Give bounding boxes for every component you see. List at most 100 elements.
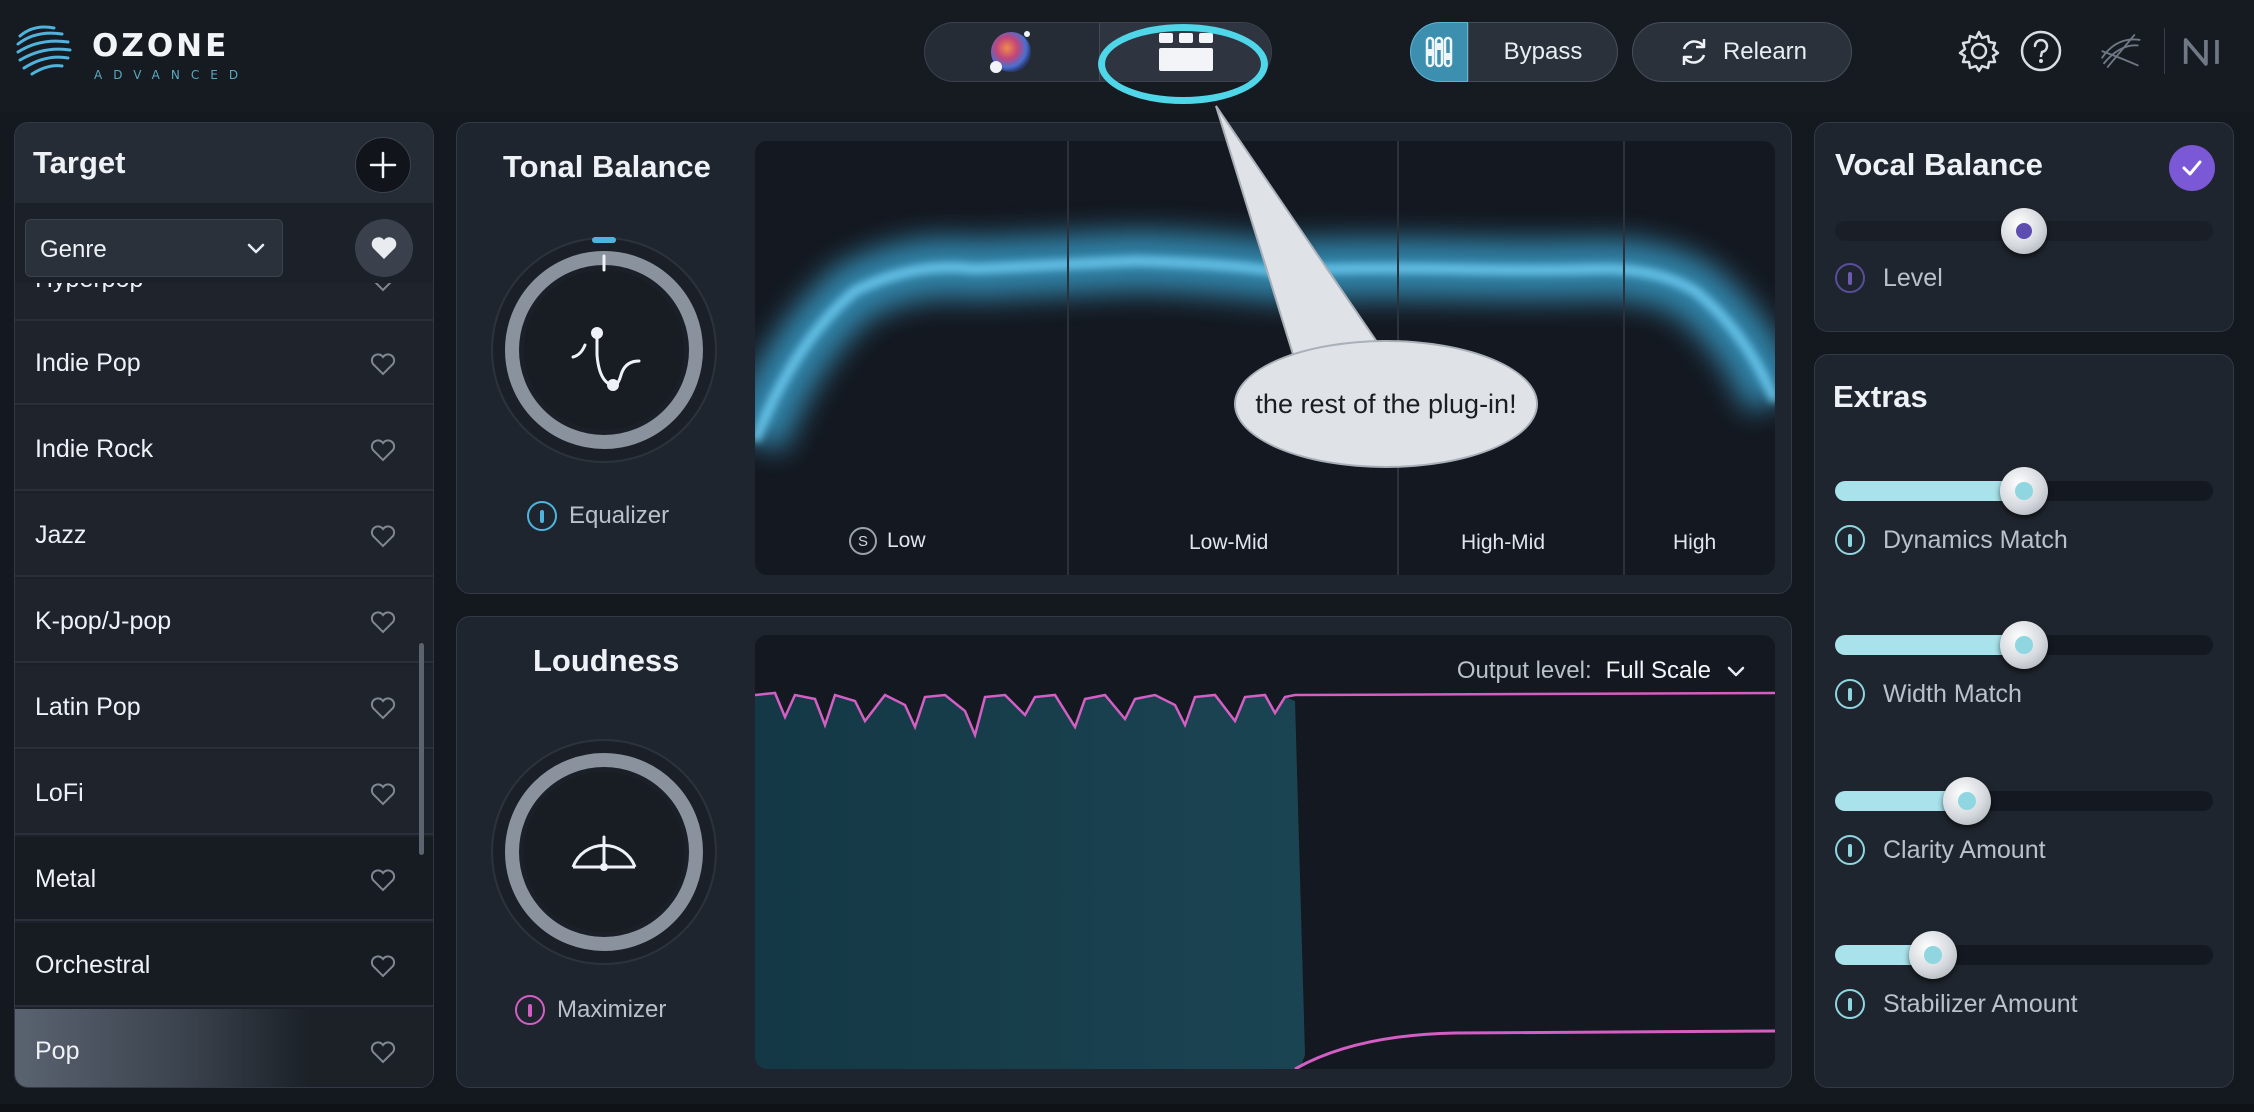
help-icon bbox=[2020, 30, 2062, 72]
settings-button[interactable] bbox=[1956, 28, 2002, 74]
clarity-amount-slider[interactable] bbox=[1835, 777, 2213, 825]
native-instruments-icon bbox=[2183, 38, 2219, 66]
gear-icon bbox=[1958, 30, 2000, 73]
width-match-slider[interactable] bbox=[1835, 621, 2213, 669]
mix-view-button[interactable] bbox=[1410, 22, 1468, 82]
clarity-amount-toggle[interactable]: Clarity Amount bbox=[1835, 835, 2046, 865]
power-icon bbox=[515, 995, 545, 1025]
band-low-mid-label: Low-Mid bbox=[1189, 531, 1269, 554]
list-item[interactable]: Jazz bbox=[15, 493, 433, 577]
vocal-level-slider[interactable] bbox=[1835, 208, 2213, 254]
list-item[interactable]: Metal bbox=[15, 837, 433, 921]
genre-label: Jazz bbox=[35, 521, 87, 549]
heart-icon[interactable] bbox=[369, 609, 397, 635]
heart-icon[interactable] bbox=[369, 867, 397, 893]
target-title: Target bbox=[33, 145, 126, 180]
band-low[interactable]: S Low bbox=[849, 527, 926, 555]
vocal-level-toggle[interactable]: Level bbox=[1835, 263, 1943, 293]
slider-thumb[interactable] bbox=[2000, 621, 2048, 669]
assistant-orb-icon bbox=[990, 31, 1031, 73]
stabilizer-amount-slider[interactable] bbox=[1835, 931, 2213, 979]
slider-thumb[interactable] bbox=[2000, 467, 2048, 515]
heart-icon[interactable] bbox=[369, 523, 397, 549]
chevron-down-icon bbox=[247, 243, 265, 254]
list-item[interactable]: Orchestral bbox=[15, 923, 433, 1007]
power-icon bbox=[1835, 263, 1865, 293]
list-item[interactable]: LoFi bbox=[15, 751, 433, 835]
mixer-icon bbox=[1425, 36, 1453, 68]
list-item-selected[interactable]: Pop bbox=[15, 1009, 433, 1087]
vocal-balance-enable-checkbox[interactable] bbox=[2169, 145, 2215, 191]
target-category-value: Genre bbox=[40, 236, 107, 263]
list-item[interactable]: Hyperpop bbox=[15, 283, 433, 321]
favorites-filter-button[interactable] bbox=[355, 219, 413, 277]
annotation-callout: the rest of the plug-in! bbox=[1234, 340, 1538, 468]
tonal-balance-panel: Tonal Balance Equalizer S Low Low-Mid Hi… bbox=[456, 122, 1792, 594]
dynamics-match-toggle[interactable]: Dynamics Match bbox=[1835, 525, 2068, 555]
vocal-level-label: Level bbox=[1883, 263, 1943, 292]
heart-icon[interactable] bbox=[369, 351, 397, 377]
maximizer-module-toggle[interactable]: Maximizer bbox=[515, 995, 666, 1025]
heart-icon[interactable] bbox=[369, 437, 397, 463]
izotope-button[interactable] bbox=[2098, 28, 2144, 74]
heart-icon[interactable] bbox=[369, 695, 397, 721]
power-icon bbox=[1835, 835, 1865, 865]
list-item[interactable]: Latin Pop bbox=[15, 665, 433, 749]
stabilizer-amount-toggle[interactable]: Stabilizer Amount bbox=[1835, 989, 2078, 1019]
slider-thumb[interactable] bbox=[1909, 931, 1958, 979]
band-divider bbox=[1623, 141, 1625, 575]
annotation-callout-text: the rest of the plug-in! bbox=[1255, 388, 1517, 419]
band-low-label: Low bbox=[887, 529, 926, 552]
list-item[interactable]: K-pop/J-pop bbox=[15, 579, 433, 663]
stabilizer-amount-label: Stabilizer Amount bbox=[1883, 989, 2078, 1018]
maximizer-knob[interactable] bbox=[489, 737, 719, 967]
list-item[interactable]: Indie Pop bbox=[15, 321, 433, 405]
power-icon bbox=[527, 501, 557, 531]
genre-label: Indie Rock bbox=[35, 435, 154, 463]
add-target-button[interactable] bbox=[355, 137, 411, 193]
heart-icon[interactable] bbox=[369, 781, 397, 807]
band-high[interactable]: High bbox=[1673, 531, 1716, 555]
equalizer-knob-graphic bbox=[491, 237, 717, 463]
solo-icon[interactable]: S bbox=[849, 527, 877, 555]
power-icon bbox=[1835, 989, 1865, 1019]
relearn-button[interactable]: Relearn bbox=[1632, 22, 1852, 82]
loudness-panel: Loudness Maximizer Output level: Full Sc… bbox=[456, 616, 1792, 1088]
ni-button[interactable] bbox=[2182, 28, 2228, 74]
band-divider bbox=[1067, 141, 1069, 575]
help-button[interactable] bbox=[2018, 28, 2064, 74]
equalizer-module-toggle[interactable]: Equalizer bbox=[527, 501, 669, 531]
target-category-select[interactable]: Genre bbox=[25, 219, 283, 277]
band-high-mid-label: High-Mid bbox=[1461, 531, 1546, 554]
app-logo: OZONE ADVANCED bbox=[14, 20, 254, 84]
chevron-down-icon bbox=[1727, 666, 1745, 677]
clarity-amount-label: Clarity Amount bbox=[1883, 835, 2046, 864]
genre-label: LoFi bbox=[35, 779, 84, 807]
tonal-balance-title: Tonal Balance bbox=[503, 149, 711, 184]
list-item[interactable]: Indie Rock bbox=[15, 407, 433, 491]
equalizer-knob[interactable] bbox=[489, 235, 719, 465]
genre-label: Indie Pop bbox=[35, 349, 141, 377]
target-panel: Target Genre Hyperpop Indie Pop Indie Ro… bbox=[14, 122, 434, 1088]
heart-icon[interactable] bbox=[369, 283, 397, 293]
width-match-toggle[interactable]: Width Match bbox=[1835, 679, 2022, 709]
app-name: OZONE bbox=[92, 28, 230, 64]
izotope-icon bbox=[2100, 33, 2141, 69]
band-low-mid[interactable]: Low-Mid bbox=[1189, 531, 1268, 555]
assistant-view-button[interactable] bbox=[925, 23, 1097, 81]
genre-label: K-pop/J-pop bbox=[35, 607, 172, 635]
vocal-level-thumb[interactable] bbox=[2001, 208, 2047, 254]
heart-icon[interactable] bbox=[369, 1039, 397, 1065]
dynamics-match-slider[interactable] bbox=[1835, 467, 2213, 515]
slider-thumb[interactable] bbox=[1943, 777, 1992, 825]
power-icon bbox=[1835, 679, 1865, 709]
list-scrollbar[interactable] bbox=[419, 643, 424, 855]
genre-label: Hyperpop bbox=[35, 283, 143, 294]
band-high-mid[interactable]: High-Mid bbox=[1461, 531, 1545, 555]
output-level-select[interactable]: Output level: Full Scale bbox=[1457, 657, 1747, 685]
annotation-highlight-ring bbox=[1098, 24, 1268, 104]
bottom-edge bbox=[0, 1104, 2254, 1112]
bypass-button[interactable]: Bypass bbox=[1468, 22, 1618, 82]
dynamics-match-label: Dynamics Match bbox=[1883, 525, 2068, 554]
heart-icon[interactable] bbox=[369, 953, 397, 979]
